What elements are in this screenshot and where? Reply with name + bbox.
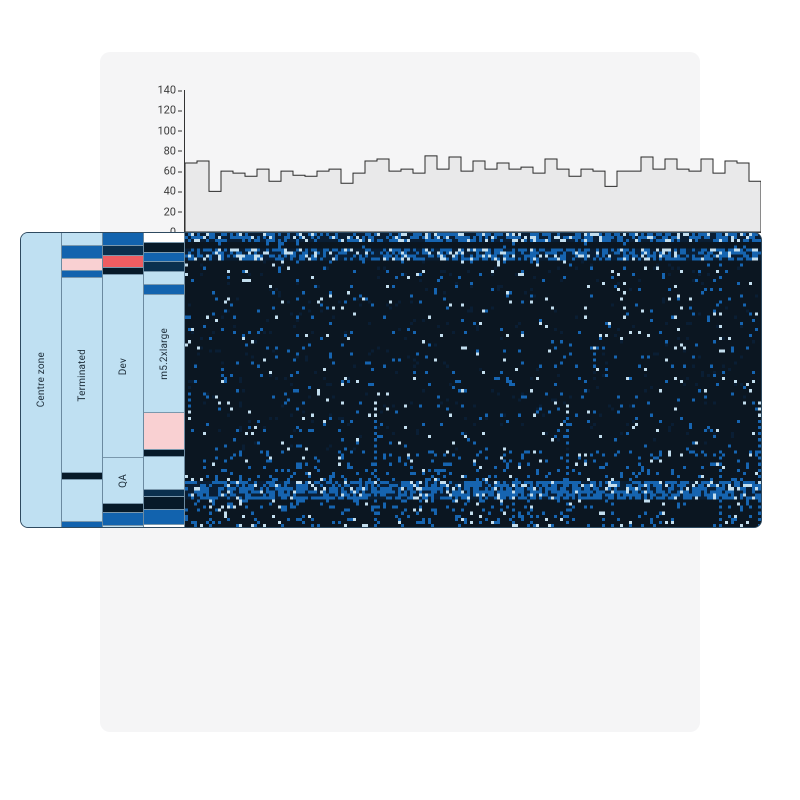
heatmap-panel: Centre zone Terminated Dev QA m5.2xlarge — [20, 232, 762, 528]
rowcell — [144, 262, 184, 272]
rowcell-label: Dev — [118, 358, 129, 375]
rowcell — [62, 259, 102, 272]
rowcol-zone: Centre zone — [21, 233, 62, 527]
rowcell: Terminated — [62, 278, 102, 473]
rowcell: QA — [103, 458, 143, 503]
row-category-columns: Centre zone Terminated Dev QA m5.2xlarge — [21, 233, 185, 527]
heatmap-area — [185, 233, 761, 527]
heatmap-canvas — [185, 233, 761, 527]
rowcell — [144, 457, 184, 490]
histogram-svg — [185, 90, 761, 232]
rowcell — [144, 253, 184, 263]
rowcell — [62, 271, 102, 278]
ytick-120: 120 — [157, 105, 176, 116]
rowcell — [103, 268, 143, 275]
ytick-100: 100 — [157, 125, 176, 136]
histogram-path — [185, 156, 761, 232]
rowcell-label: Terminated — [77, 349, 88, 402]
rowcell — [144, 510, 184, 526]
ytick-40: 40 — [164, 186, 176, 197]
rowcell: Dev — [103, 275, 143, 458]
column-histogram — [184, 90, 761, 233]
rowcell-label: Centre zone — [36, 352, 47, 407]
ytick-140: 140 — [157, 85, 176, 96]
rowcol-status: Terminated — [62, 233, 103, 527]
rowcell: m5.2xlarge — [144, 295, 184, 414]
ytick-20: 20 — [164, 206, 176, 217]
rowcell — [103, 504, 143, 514]
rowcell — [144, 243, 184, 253]
ytick-60: 60 — [164, 166, 176, 177]
rowcell-label: m5.2xlarge — [159, 328, 170, 380]
rowcell — [62, 522, 102, 528]
rowcell — [62, 480, 102, 522]
rowcol-env: Dev QA — [103, 233, 144, 527]
rowcell — [144, 490, 184, 497]
rowcell — [144, 233, 184, 243]
rowcell — [62, 233, 102, 246]
rowcell — [144, 525, 184, 528]
rowcell — [62, 473, 102, 480]
ytick-80: 80 — [164, 145, 176, 156]
rowcell-label: QA — [118, 474, 129, 488]
rowcell — [144, 413, 184, 449]
rowcell — [144, 497, 184, 510]
rowcell — [103, 526, 143, 528]
rowcell — [144, 285, 184, 295]
rowcell — [103, 256, 143, 269]
rowcell — [144, 450, 184, 457]
rowcell — [144, 272, 184, 285]
rowcell: Centre zone — [21, 233, 61, 527]
rowcell — [62, 246, 102, 259]
rowcell — [103, 233, 143, 246]
rowcell — [103, 246, 143, 256]
rowcell — [103, 513, 143, 526]
rowcol-instance_type: m5.2xlarge — [144, 233, 185, 527]
histogram-y-axis: 020406080100120140 — [148, 90, 184, 232]
